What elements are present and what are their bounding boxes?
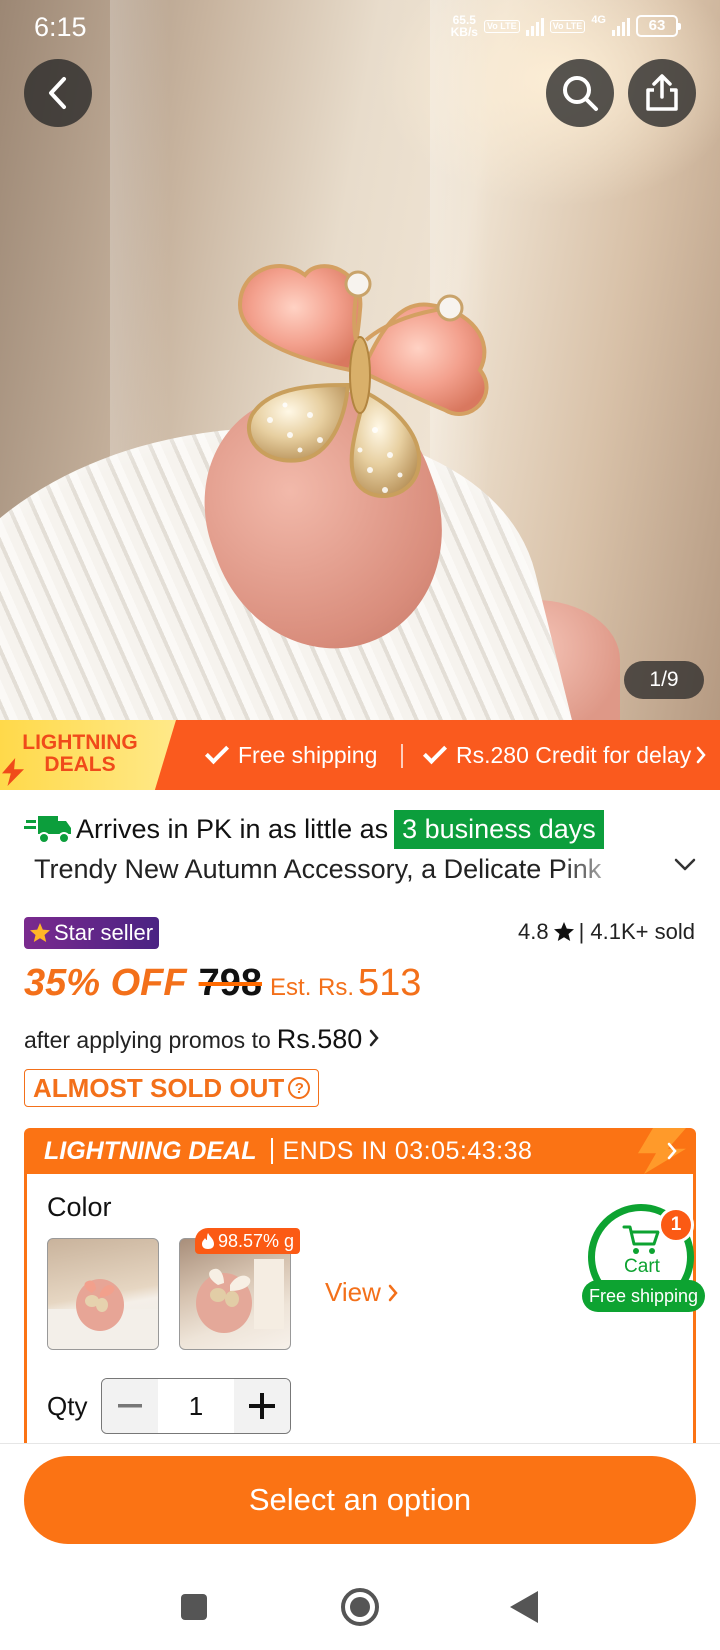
star-icon [30, 923, 50, 942]
star-seller-badge[interactable]: Star seller [24, 917, 160, 949]
check-icon [204, 740, 230, 765]
delivery-truck-icon [24, 816, 71, 844]
minus-icon [118, 1404, 142, 1408]
chevron-left-icon [49, 77, 66, 109]
color-option-thumbnail [196, 1259, 284, 1333]
square-icon [181, 1594, 207, 1620]
product-image[interactable] [0, 0, 720, 720]
butterfly-brooch-illustration [237, 264, 489, 498]
network-type: 4G [591, 14, 606, 26]
quantity-stepper: 1 [101, 1378, 291, 1434]
almost-sold-out-badge[interactable]: ALMOST SOLD OUT ? [24, 1069, 320, 1107]
delivery-days-badge: 3 business days [394, 809, 604, 849]
fire-icon [202, 1233, 214, 1249]
cart-icon [622, 1225, 660, 1254]
deal-countdown: 03:05:43:38 [394, 1136, 533, 1165]
banner-divider [401, 744, 403, 768]
title-fade [560, 852, 630, 892]
increase-quantity-button[interactable] [234, 1379, 290, 1433]
check-icon [422, 740, 448, 765]
battery-icon: 63 [636, 15, 681, 37]
rating-value: 4.8 [518, 919, 549, 944]
volte-icon: Vo LTE [483, 19, 520, 33]
deal-divider [270, 1138, 273, 1164]
chevron-right-icon [696, 746, 706, 764]
price-row: 35% OFF 798 Est. Rs. 513 [24, 962, 421, 1012]
free-shipping-perk: Free shipping [204, 720, 377, 790]
cart-count-badge: 1 [658, 1207, 694, 1243]
volte-icon: Vo LTE [549, 19, 586, 33]
promo-banner[interactable]: LIGHTNING DEALS Free shipping Rs.280 Cre… [0, 720, 720, 790]
color-option-2[interactable] [179, 1238, 291, 1350]
select-option-button[interactable]: Select an option [24, 1456, 696, 1544]
lightning-deal-header[interactable]: LIGHTNING DEAL ENDS IN 03:05:43:38 [24, 1128, 696, 1174]
help-icon: ? [288, 1077, 311, 1099]
promo-price: Rs.580 [276, 1024, 363, 1054]
cart-free-shipping-label: Free shipping [582, 1280, 706, 1312]
estimated-price: 513 [358, 962, 422, 1004]
decrease-quantity-button[interactable] [102, 1379, 158, 1433]
color-option-thumbnail [48, 1279, 158, 1349]
discount-label: 35% OFF [24, 962, 187, 1004]
home-button[interactable] [338, 1585, 382, 1629]
plus-icon [249, 1393, 275, 1419]
star-icon [553, 922, 574, 941]
chevron-down-icon[interactable] [674, 858, 696, 872]
back-button[interactable] [24, 59, 92, 127]
quantity-label: Qty [47, 1391, 88, 1421]
status-bar: 6:15 65.5 KB/s Vo LTE Vo LTE 4G 63 [0, 0, 720, 54]
estimated-price-label: Est. Rs. [270, 974, 355, 1001]
sold-count: | 4.1K+ sold [578, 919, 695, 944]
gallery-counter: 1/9 [624, 661, 704, 699]
triangle-back-icon [510, 1591, 538, 1623]
network-speed: 65.5 KB/s [450, 13, 478, 39]
color-label: Color [47, 1192, 112, 1222]
share-icon [646, 74, 678, 111]
view-options-button[interactable]: View [325, 1277, 399, 1308]
promo-price-link[interactable]: after applying promos to Rs.580 [24, 1024, 380, 1055]
status-indicators: 65.5 KB/s Vo LTE Vo LTE 4G 63 [450, 13, 681, 39]
color-option-1[interactable] [47, 1238, 159, 1350]
chevron-right-icon [667, 1142, 677, 1160]
status-time: 6:15 [34, 12, 87, 42]
circle-icon [341, 1588, 379, 1626]
search-button[interactable] [546, 59, 614, 127]
cart-label: Cart [624, 1256, 660, 1277]
recents-button[interactable] [172, 1585, 216, 1629]
chevron-right-icon [370, 1029, 379, 1047]
back-nav-button[interactable] [502, 1585, 546, 1629]
signal-icon [612, 16, 630, 36]
system-navigation-bar [0, 1563, 720, 1650]
share-button[interactable] [628, 59, 696, 127]
search-icon [563, 76, 598, 111]
rating-and-sold[interactable]: 4.8 | 4.1K+ sold [518, 919, 695, 945]
original-price: 798 [198, 962, 263, 1004]
quantity-value[interactable]: 1 [158, 1379, 234, 1433]
chevron-right-icon [388, 1284, 398, 1301]
delay-credit-perk: Rs.280 Credit for delay [422, 720, 707, 790]
signal-icon [525, 16, 544, 36]
lightning-deals-badge: LIGHTNING DEALS [0, 720, 176, 790]
product-title[interactable]: Trendy New Autumn Accessory, a Delicate … [34, 854, 624, 885]
delivery-estimate[interactable]: Arrives in PK in as little as 3 business… [24, 808, 604, 850]
popularity-badge: 98.57% g [195, 1228, 301, 1254]
